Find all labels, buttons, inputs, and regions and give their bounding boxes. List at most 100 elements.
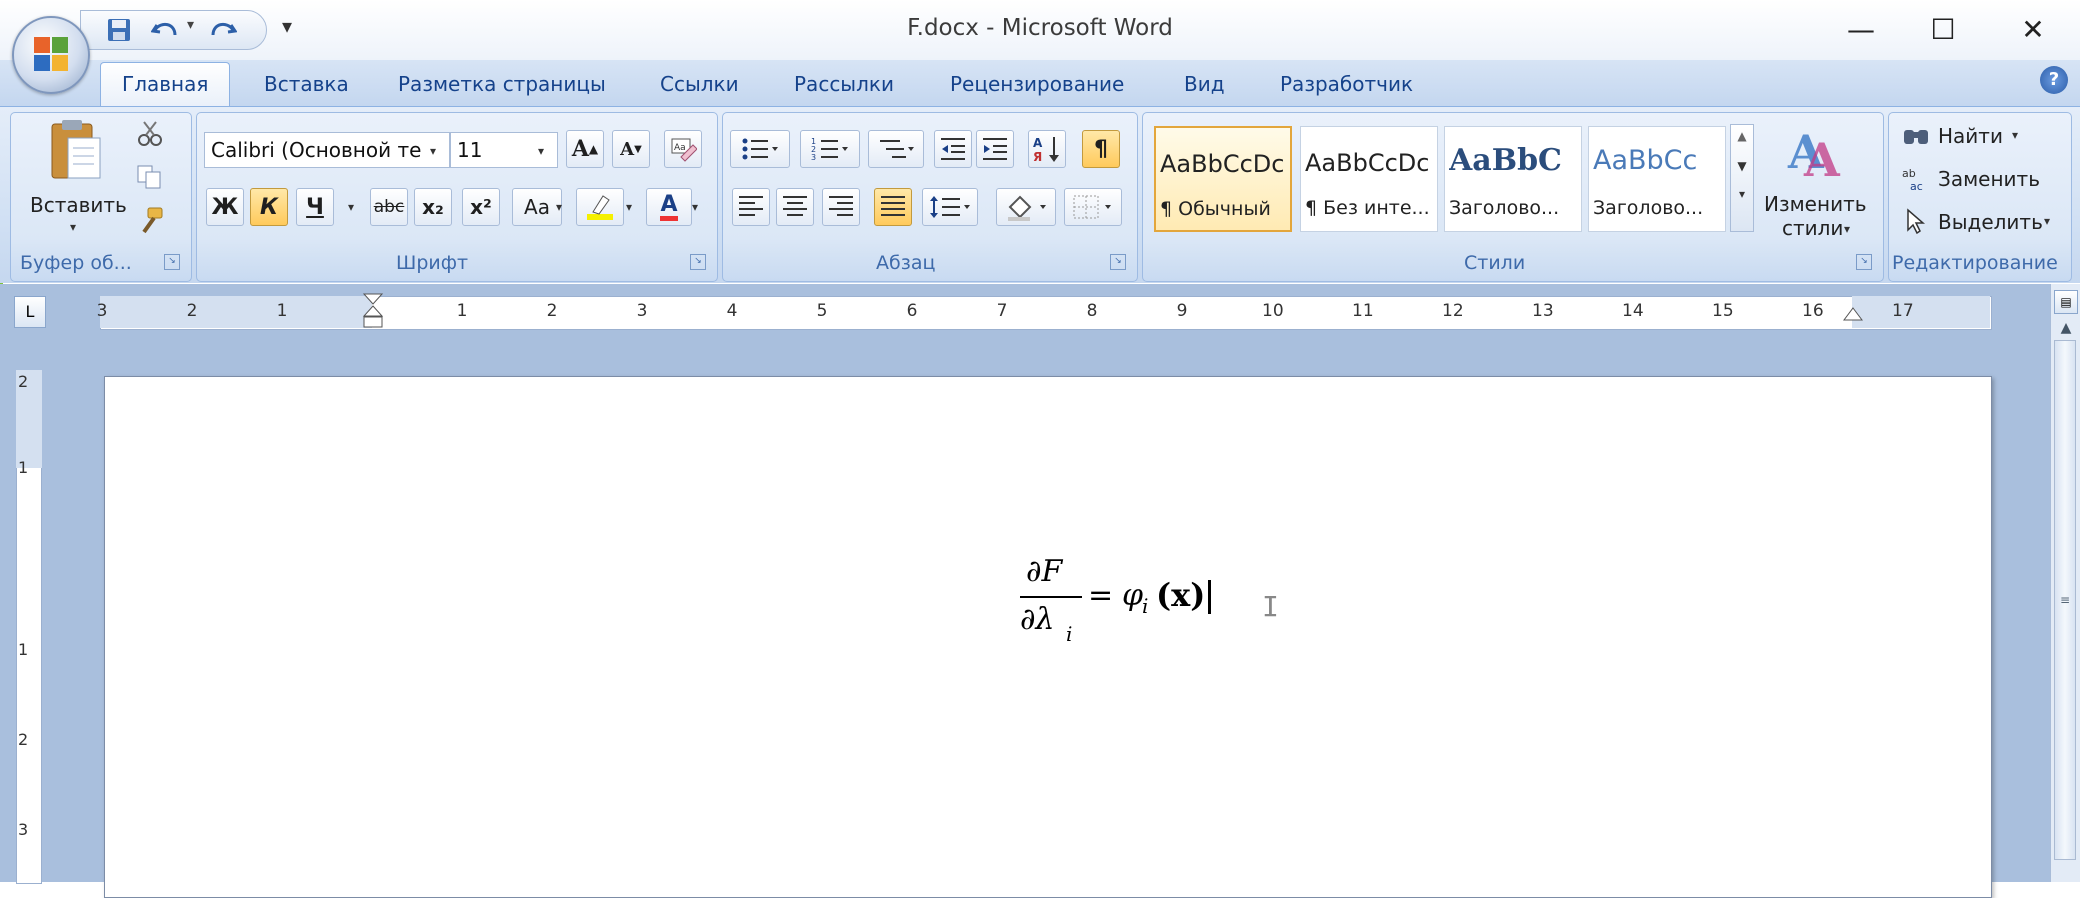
tab-home[interactable]: Главная bbox=[122, 72, 208, 96]
multilevel-list-button[interactable] bbox=[868, 130, 924, 168]
view-ruler-icon[interactable]: ▤ bbox=[2054, 290, 2078, 314]
font-color-button[interactable]: A bbox=[646, 188, 692, 226]
indent-markers-icon[interactable] bbox=[362, 292, 384, 334]
font-color-dropdown-icon[interactable]: ▾ bbox=[692, 200, 698, 214]
justify-button[interactable] bbox=[874, 188, 912, 226]
grow-font-button[interactable]: A ▲ bbox=[566, 130, 604, 168]
shrink-font-button[interactable]: A ▼ bbox=[612, 130, 650, 168]
minimize-button[interactable]: — bbox=[1836, 10, 1886, 50]
tab-page-layout[interactable]: Разметка страницы bbox=[398, 72, 606, 96]
format-painter-icon[interactable] bbox=[136, 206, 166, 234]
paragraph-launcher-icon[interactable]: ↘ bbox=[1110, 254, 1126, 270]
qat-customize-icon[interactable]: ▾ bbox=[282, 14, 292, 38]
cursor-arrow-icon[interactable] bbox=[1904, 208, 1928, 234]
scroll-thumb[interactable]: ≡ bbox=[2054, 340, 2076, 860]
borders-button[interactable] bbox=[1064, 188, 1122, 226]
undo-dropdown-icon[interactable]: ▾ bbox=[187, 17, 194, 33]
clear-formatting-button[interactable]: Aa bbox=[664, 130, 702, 168]
redo-icon[interactable] bbox=[209, 17, 237, 43]
style-normal[interactable]: AaBbCcDc ¶ Обычный bbox=[1154, 126, 1292, 232]
undo-icon[interactable] bbox=[151, 17, 179, 43]
tab-developer[interactable]: Разработчик bbox=[1280, 72, 1413, 96]
style-heading-2[interactable]: AaBbCc Заголово... bbox=[1588, 126, 1726, 232]
styles-scroll[interactable]: ▲ ▼ ▾ bbox=[1730, 124, 1754, 232]
replace-icon[interactable]: abac bbox=[1902, 166, 1932, 192]
tab-review[interactable]: Рецензирование bbox=[950, 72, 1124, 96]
highlight-dropdown-icon[interactable]: ▾ bbox=[626, 200, 632, 214]
paste-label[interactable]: Вставить bbox=[30, 193, 127, 217]
italic-button[interactable]: К bbox=[250, 188, 288, 226]
more-styles-icon[interactable]: ▾ bbox=[1731, 187, 1753, 201]
underline-button[interactable]: Ч bbox=[296, 188, 334, 226]
right-indent-icon[interactable] bbox=[1842, 306, 1864, 324]
tab-insert[interactable]: Вставка bbox=[264, 72, 349, 96]
window-title: F.docx - Microsoft Word bbox=[907, 15, 1173, 41]
ruler-number: 1 bbox=[456, 301, 468, 321]
binoculars-icon[interactable] bbox=[1902, 124, 1930, 148]
vruler-number: 1 bbox=[18, 640, 29, 659]
tab-view[interactable]: Вид bbox=[1184, 72, 1225, 96]
ruler-number: 17 bbox=[1892, 301, 1914, 321]
office-button[interactable] bbox=[12, 16, 90, 94]
vruler-number: 2 bbox=[18, 372, 29, 391]
align-left-button[interactable] bbox=[732, 188, 770, 226]
tab-selector[interactable]: L bbox=[14, 296, 46, 328]
numbering-button[interactable]: 123 bbox=[800, 130, 860, 168]
font-size-dropdown-icon[interactable]: ▾ bbox=[538, 144, 544, 158]
find-dropdown-icon[interactable]: ▾ bbox=[2012, 128, 2018, 142]
bullets-button[interactable] bbox=[730, 130, 790, 168]
select-dropdown-icon[interactable]: ▾ bbox=[2044, 214, 2050, 228]
underline-dropdown-icon[interactable]: ▾ bbox=[348, 200, 354, 214]
cut-icon[interactable] bbox=[136, 120, 164, 146]
equation-numerator: ∂F bbox=[1026, 554, 1063, 589]
change-case-button[interactable]: Aa bbox=[512, 188, 562, 226]
paste-dropdown-icon[interactable]: ▾ bbox=[70, 220, 76, 234]
align-center-button[interactable] bbox=[776, 188, 814, 226]
scroll-up-arrow-icon[interactable]: ▲ bbox=[2054, 320, 2078, 336]
superscript-button[interactable]: x² bbox=[462, 188, 500, 226]
decrease-indent-icon bbox=[941, 138, 965, 160]
sort-button[interactable]: АЯ bbox=[1028, 130, 1066, 168]
align-right-button[interactable] bbox=[822, 188, 860, 226]
change-case-dropdown-icon[interactable]: ▾ bbox=[556, 200, 562, 214]
highlight-button[interactable] bbox=[576, 188, 624, 226]
clipboard-launcher-icon[interactable]: ↘ bbox=[164, 254, 180, 270]
show-formatting-marks-button[interactable]: ¶ bbox=[1082, 130, 1120, 168]
copy-icon[interactable] bbox=[136, 164, 164, 190]
help-icon[interactable]: ? bbox=[2040, 66, 2068, 94]
change-styles-icon[interactable]: A A bbox=[1786, 118, 1846, 182]
font-name-combo[interactable]: Calibri (Основной те bbox=[204, 132, 450, 168]
scroll-down-icon[interactable]: ▼ bbox=[1731, 159, 1753, 173]
decrease-indent-button[interactable] bbox=[934, 130, 972, 168]
strikethrough-button[interactable]: abc bbox=[370, 188, 408, 226]
shading-button[interactable] bbox=[996, 188, 1056, 226]
styles-launcher-icon[interactable]: ↘ bbox=[1856, 254, 1872, 270]
style-sample: AaBbC bbox=[1449, 143, 1562, 178]
font-name-dropdown-icon[interactable]: ▾ bbox=[430, 144, 436, 158]
vertical-scrollbar[interactable]: ▤ ▲ ≡ bbox=[2050, 284, 2080, 882]
bold-button[interactable]: Ж bbox=[206, 188, 244, 226]
save-icon[interactable] bbox=[107, 18, 131, 42]
change-styles-dropdown-icon[interactable]: ▾ bbox=[1844, 222, 1850, 236]
select-button[interactable]: Выделить bbox=[1938, 210, 2043, 234]
maximize-button[interactable]: ☐ bbox=[1918, 10, 1968, 50]
align-left-icon bbox=[739, 196, 763, 216]
style-no-spacing[interactable]: AaBbCcDc ¶ Без инте... bbox=[1300, 126, 1438, 232]
scroll-up-icon[interactable]: ▲ bbox=[1731, 129, 1753, 143]
change-styles-label-2[interactable]: стили bbox=[1782, 216, 1843, 240]
find-button[interactable]: Найти bbox=[1938, 124, 2003, 148]
replace-button[interactable]: Заменить bbox=[1938, 167, 2040, 191]
office-logo-icon bbox=[34, 37, 68, 71]
tab-references[interactable]: Ссылки bbox=[660, 72, 739, 96]
increase-indent-button[interactable] bbox=[976, 130, 1014, 168]
tab-mailings[interactable]: Рассылки bbox=[794, 72, 894, 96]
close-button[interactable]: ✕ bbox=[2008, 10, 2058, 50]
subscript-button[interactable]: x₂ bbox=[414, 188, 452, 226]
font-launcher-icon[interactable]: ↘ bbox=[690, 254, 706, 270]
equation[interactable]: ∂F ∂λ i = φ i (x) bbox=[1020, 550, 1250, 660]
increase-indent-icon bbox=[983, 138, 1007, 160]
paste-icon[interactable] bbox=[46, 118, 106, 182]
change-styles-label-1[interactable]: Изменить bbox=[1764, 192, 1867, 216]
line-spacing-button[interactable] bbox=[922, 188, 978, 226]
style-heading-1[interactable]: AaBbC Заголово... bbox=[1444, 126, 1582, 232]
